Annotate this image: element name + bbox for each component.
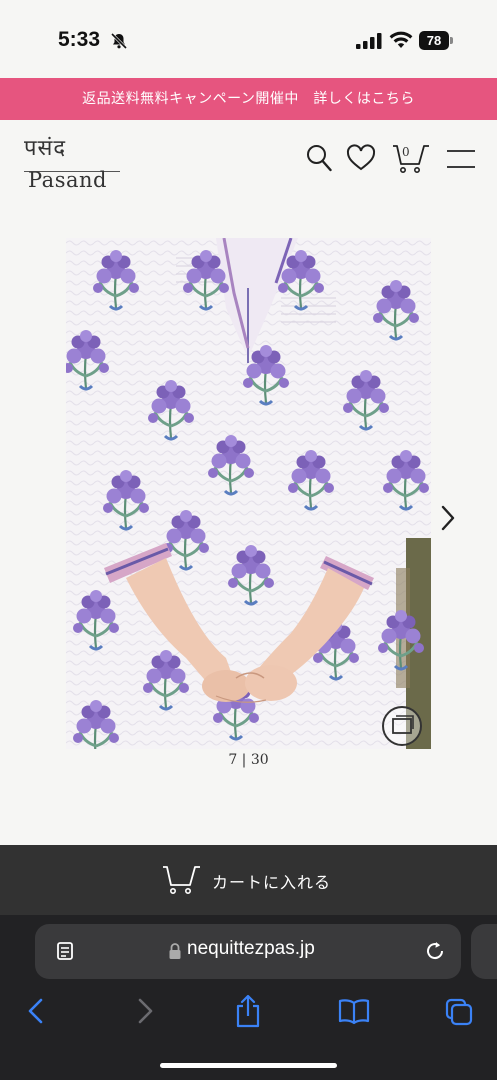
- home-indicator: [160, 1063, 337, 1068]
- logo-hindi: पसंद: [24, 136, 67, 161]
- dress-photo: [66, 238, 431, 749]
- zoom-button[interactable]: [382, 706, 422, 746]
- image-counter: 7 | 30: [228, 752, 269, 768]
- brand-logo[interactable]: पसंद Pasand: [24, 132, 120, 192]
- forward-icon[interactable]: [135, 994, 155, 1028]
- lock-icon: [169, 943, 181, 959]
- expand-icon: [392, 715, 414, 734]
- menu-icon[interactable]: [446, 147, 476, 171]
- bell-slash-icon: [110, 32, 128, 50]
- battery-indicator: 78: [419, 31, 453, 50]
- status-bar: 5:33 78: [0, 0, 497, 78]
- battery-level: 78: [419, 31, 449, 50]
- cart-count-badge: 0: [402, 145, 410, 159]
- heart-icon[interactable]: [346, 144, 376, 172]
- bookmarks-icon[interactable]: [337, 994, 371, 1028]
- page-menu-icon[interactable]: [55, 941, 77, 963]
- add-to-cart-label: カートに入れる: [212, 873, 332, 892]
- chevron-right-icon[interactable]: [438, 503, 458, 533]
- cart-icon[interactable]: [391, 144, 431, 174]
- search-icon[interactable]: [306, 144, 332, 172]
- address-bar[interactable]: nequittezpas.jp: [35, 924, 461, 979]
- clock: 5:33: [58, 28, 101, 51]
- site-header: पसंद Pasand 0: [0, 120, 497, 196]
- reload-icon[interactable]: [423, 939, 447, 963]
- next-tab-preview[interactable]: [471, 924, 497, 979]
- share-icon[interactable]: [234, 994, 262, 1028]
- browser-toolbar: nequittezpas.jp: [0, 915, 497, 1080]
- url-text: nequittezpas.jp: [187, 938, 315, 959]
- product-image[interactable]: [66, 238, 431, 749]
- logo-latin: Pasand: [28, 168, 107, 192]
- signal-icon: [356, 33, 382, 49]
- add-to-cart-button[interactable]: カートに入れる: [0, 845, 497, 915]
- wifi-icon: [389, 31, 413, 48]
- back-icon[interactable]: [26, 994, 46, 1028]
- cart-icon: [163, 866, 200, 894]
- tabs-icon[interactable]: [444, 994, 474, 1028]
- promo-banner[interactable]: 返品送料無料キャンペーン開催中 詳しくはこちら: [0, 78, 497, 120]
